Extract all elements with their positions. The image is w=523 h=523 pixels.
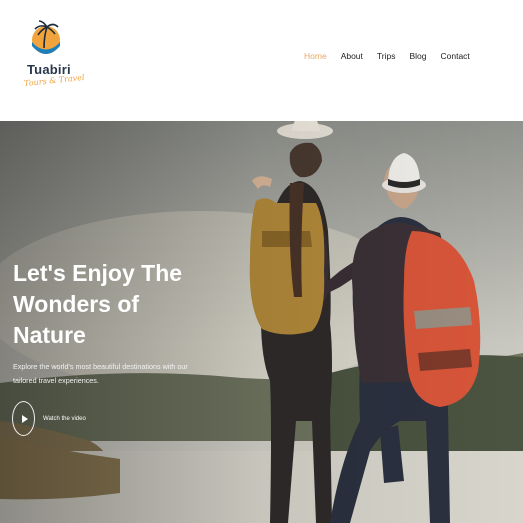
palm-sun-logo-icon — [32, 20, 60, 54]
nav-home[interactable]: Home — [304, 51, 327, 61]
hero-section: Let's Enjoy The Wonders of Nature Explor… — [0, 121, 523, 523]
play-icon — [21, 414, 28, 423]
main-nav: Home About Trips Blog Contact — [304, 51, 484, 61]
hero-subtitle: Explore the world's most beautiful desti… — [13, 362, 188, 385]
hero-title: Let's Enjoy The Wonders of Nature — [13, 260, 183, 348]
watch-video-link[interactable]: Watch the video — [43, 416, 86, 422]
nav-contact[interactable]: Contact — [441, 51, 470, 61]
play-video-button[interactable] — [12, 401, 35, 436]
nav-about[interactable]: About — [341, 51, 363, 61]
nav-trips[interactable]: Trips — [377, 51, 396, 61]
nav-blog[interactable]: Blog — [409, 51, 426, 61]
site-header: Tuabiri Tours & Travel Home About Trips … — [0, 0, 523, 121]
